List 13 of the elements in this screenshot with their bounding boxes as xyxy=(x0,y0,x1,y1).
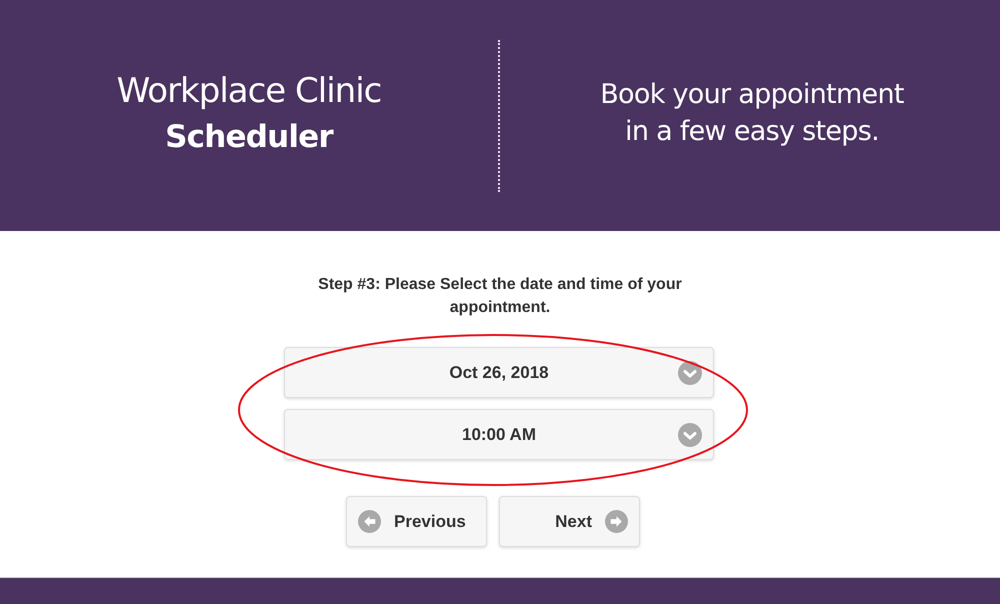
chevron-down-icon xyxy=(678,360,702,384)
arrow-left-icon xyxy=(358,510,381,533)
tagline-text: in a few easy steps. xyxy=(625,114,879,148)
next-button[interactable]: Next xyxy=(499,496,640,547)
tagline-text: Book your appointment xyxy=(600,78,904,112)
step-instruction: Step #3: Please Select the date and time of your appointment. xyxy=(317,275,683,318)
arrow-right-icon xyxy=(605,510,628,533)
previous-button[interactable]: Previous xyxy=(346,496,487,547)
app-subtitle: Workplace Clinic xyxy=(116,70,382,112)
dropdown-select[interactable]: Oct 26, 2018 xyxy=(284,347,714,398)
app-title: Scheduler xyxy=(165,118,333,156)
chevron-down-icon xyxy=(678,422,702,446)
dropdown-select[interactable]: 10:00 AM xyxy=(284,409,714,460)
